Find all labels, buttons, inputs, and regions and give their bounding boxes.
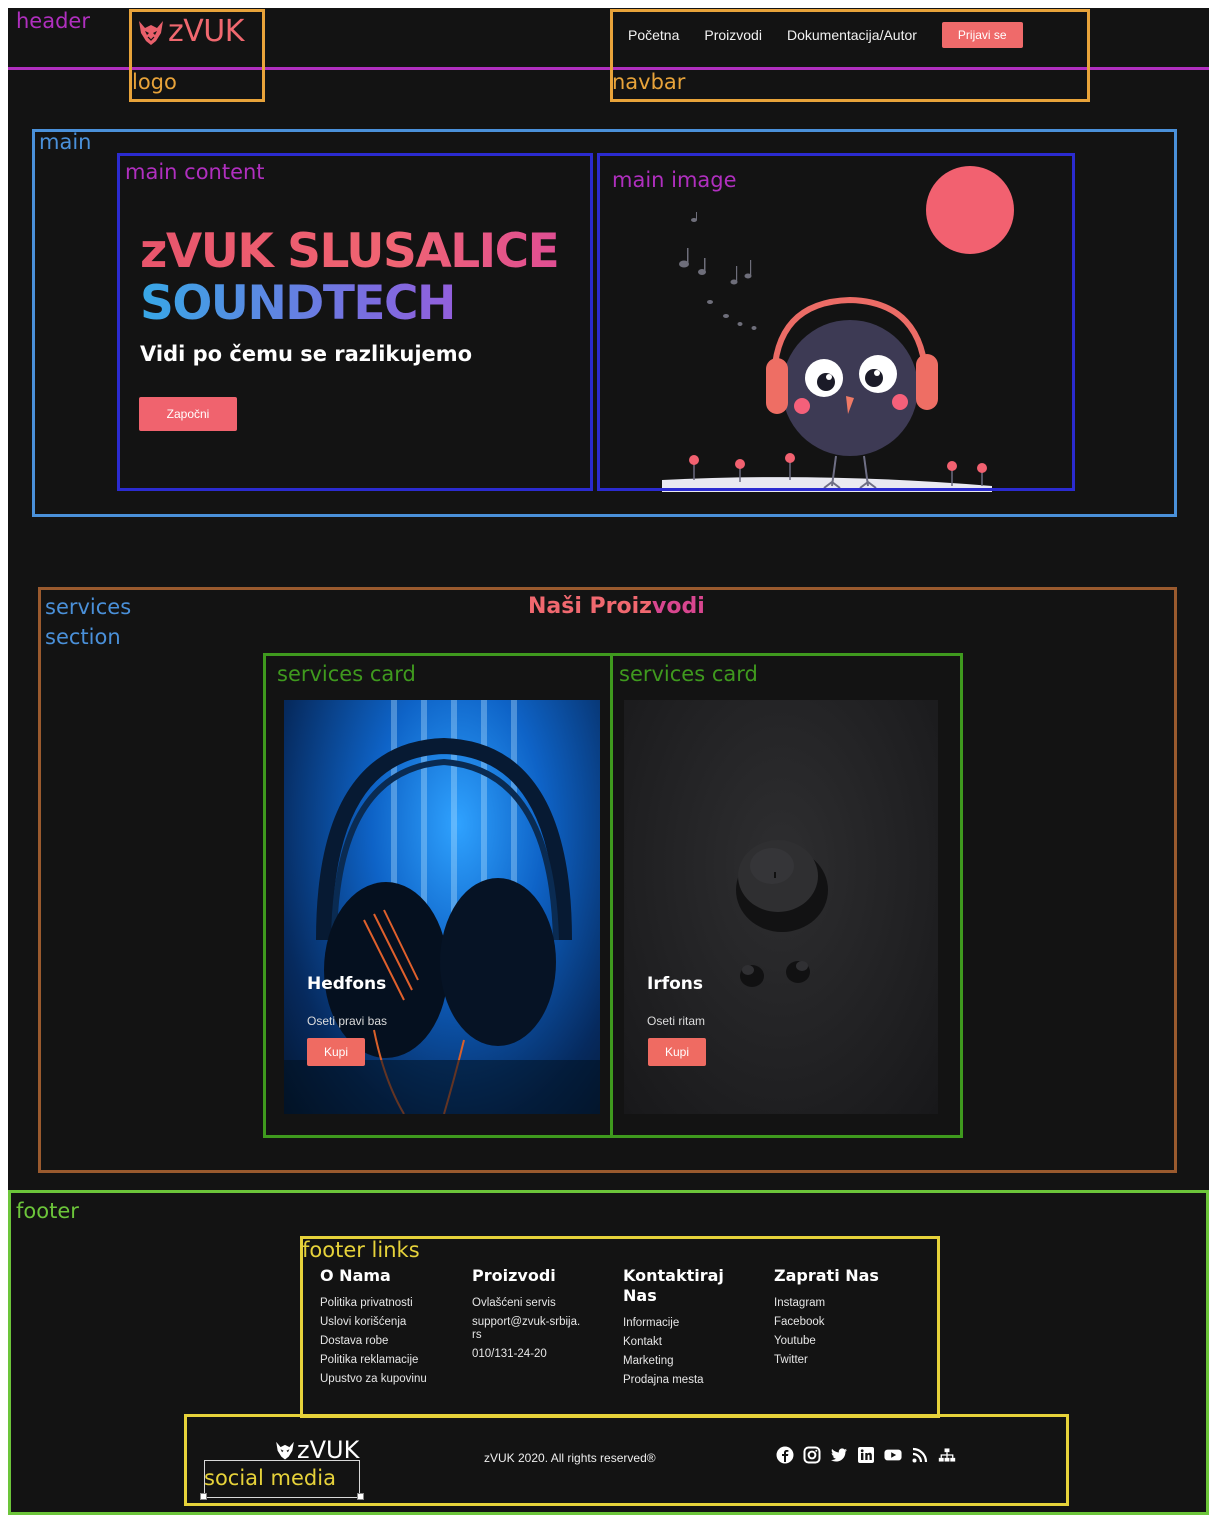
annotation-label-main-content: main content	[125, 160, 265, 184]
navbar: Početna Proizvodi Dokumentacija/Autor Pr…	[628, 22, 1023, 48]
hero-title: zVUK SLUSALICE SOUNDTECH	[140, 224, 560, 330]
twitter-icon[interactable]	[830, 1446, 848, 1464]
footer-link[interactable]: Informacije	[623, 1314, 743, 1333]
social-icons	[776, 1446, 956, 1464]
footer-link[interactable]: Upustvo za kupovinu	[320, 1370, 460, 1389]
hero-subtitle: Vidi po čemu se razlikujemo	[140, 342, 473, 366]
card-title: Irfons	[647, 974, 704, 994]
hero-illustration	[662, 166, 1014, 492]
sitemap-icon[interactable]	[938, 1446, 956, 1464]
footer-column-title: Proizvodi	[472, 1266, 556, 1285]
copyright-text: zVUK 2020. All rights reserved®	[484, 1451, 656, 1465]
footer-column-o-nama: O Nama Politika privatnosti Uslovi koriš…	[320, 1266, 460, 1389]
annotation-label-footer-links: footer links	[302, 1238, 420, 1262]
rss-icon[interactable]	[911, 1446, 929, 1464]
footer-link[interactable]: Prodajna mesta	[623, 1371, 743, 1390]
wolf-logo-icon	[276, 1441, 294, 1460]
services-title: Naši Proizvodi	[528, 594, 705, 619]
footer-link[interactable]: Ovlašćeni servis	[472, 1294, 582, 1313]
card-title: Hedfons	[307, 974, 387, 994]
footer-link[interactable]: Politika reklamacije	[320, 1351, 460, 1370]
annotation-label-footer: footer	[16, 1199, 79, 1223]
instagram-icon[interactable]	[803, 1446, 821, 1464]
annotation-label-header: header	[16, 9, 90, 33]
annotation-label-card-2: services card	[619, 662, 758, 686]
flower-buds	[689, 453, 987, 473]
services-title-part1: Naši Proiz	[528, 594, 652, 619]
footer-link[interactable]: Dostava robe	[320, 1332, 460, 1351]
annotation-services-box	[38, 587, 1177, 1173]
hero-title-line1: zVUK SLUSALICE	[140, 224, 560, 279]
annotation-label-navbar: navbar	[612, 70, 686, 94]
annotation-label-card-1: services card	[277, 662, 416, 686]
linkedin-icon[interactable]	[857, 1446, 875, 1464]
music-notes-icon	[679, 212, 757, 330]
annotation-header-line	[8, 67, 1209, 70]
footer-column-title: O Nama	[320, 1266, 391, 1285]
services-title-part2: vodi	[652, 594, 705, 619]
service-card-irfons: Irfons Oseti ritam Kupi	[624, 700, 938, 1114]
footer-link[interactable]: Youtube	[774, 1332, 914, 1351]
footer-column-zaprati: Zaprati Nas Instagram Facebook Youtube T…	[774, 1266, 914, 1370]
footer-column-title: Zaprati Nas	[774, 1266, 879, 1285]
nav-link-dokumentacija[interactable]: Dokumentacija/Autor	[787, 27, 917, 43]
annotation-label-section: section	[45, 625, 121, 649]
footer-link[interactable]: Instagram	[774, 1294, 914, 1313]
page: zVUK Početna Proizvodi Dokumentacija/Aut…	[8, 8, 1209, 1515]
footer-link[interactable]: support@zvuk-srbija.rs	[472, 1313, 582, 1345]
nav-link-pocetna[interactable]: Početna	[628, 27, 679, 43]
annotation-label-logo: logo	[132, 70, 177, 94]
footer-link[interactable]: 010/131-24-20	[472, 1345, 582, 1364]
hero-title-line2: SOUNDTECH	[140, 278, 558, 330]
footer-logo-text: zVUK	[297, 1436, 360, 1464]
footer-column-kontaktiraj: Kontaktiraj Nas Informacije Kontakt Mark…	[623, 1266, 743, 1390]
footer-link[interactable]: Politika privatnosti	[320, 1294, 460, 1313]
footer-link[interactable]: Facebook	[774, 1313, 914, 1332]
resize-handle	[200, 1493, 207, 1500]
annotation-footer-box	[8, 1190, 1209, 1515]
bird-body	[782, 320, 918, 456]
annotation-label-services: services	[45, 595, 132, 619]
annotation-label-main-image: main image	[612, 168, 737, 192]
header-logo[interactable]: zVUK	[136, 14, 244, 49]
youtube-icon[interactable]	[884, 1446, 902, 1464]
buy-button-hedfons[interactable]: Kupi	[307, 1038, 365, 1066]
footer-link[interactable]: Kontakt	[623, 1333, 743, 1352]
login-button[interactable]: Prijavi se	[941, 22, 1023, 48]
footer-link[interactable]: Twitter	[774, 1351, 914, 1370]
footer-column-proizvodi: Proizvodi Ovlašćeni servis support@zvuk-…	[472, 1266, 582, 1364]
logo-text: zVUK	[168, 14, 244, 49]
card-subtitle: Oseti ritam	[647, 1014, 706, 1028]
footer-link[interactable]: Uslovi korišćenja	[320, 1313, 460, 1332]
start-button[interactable]: Započni	[139, 397, 237, 431]
footer-logo[interactable]: zVUK	[274, 1436, 359, 1464]
resize-handle	[357, 1493, 364, 1500]
service-card-hedfons: Hedfons Oseti pravi bas Kupi	[284, 700, 600, 1114]
sun-circle	[926, 166, 1014, 254]
annotation-label-main: main	[39, 130, 92, 154]
footer-link[interactable]: Marketing	[623, 1352, 743, 1371]
buy-button-irfons[interactable]: Kupi	[648, 1038, 706, 1066]
facebook-icon[interactable]	[776, 1446, 794, 1464]
wolf-logo-icon	[139, 20, 163, 45]
footer-column-title: Kontaktiraj Nas	[623, 1266, 724, 1305]
card-subtitle: Oseti pravi bas	[307, 1014, 388, 1028]
nav-link-proizvodi[interactable]: Proizvodi	[704, 27, 762, 43]
annotation-label-social-media: social media	[204, 1466, 336, 1490]
